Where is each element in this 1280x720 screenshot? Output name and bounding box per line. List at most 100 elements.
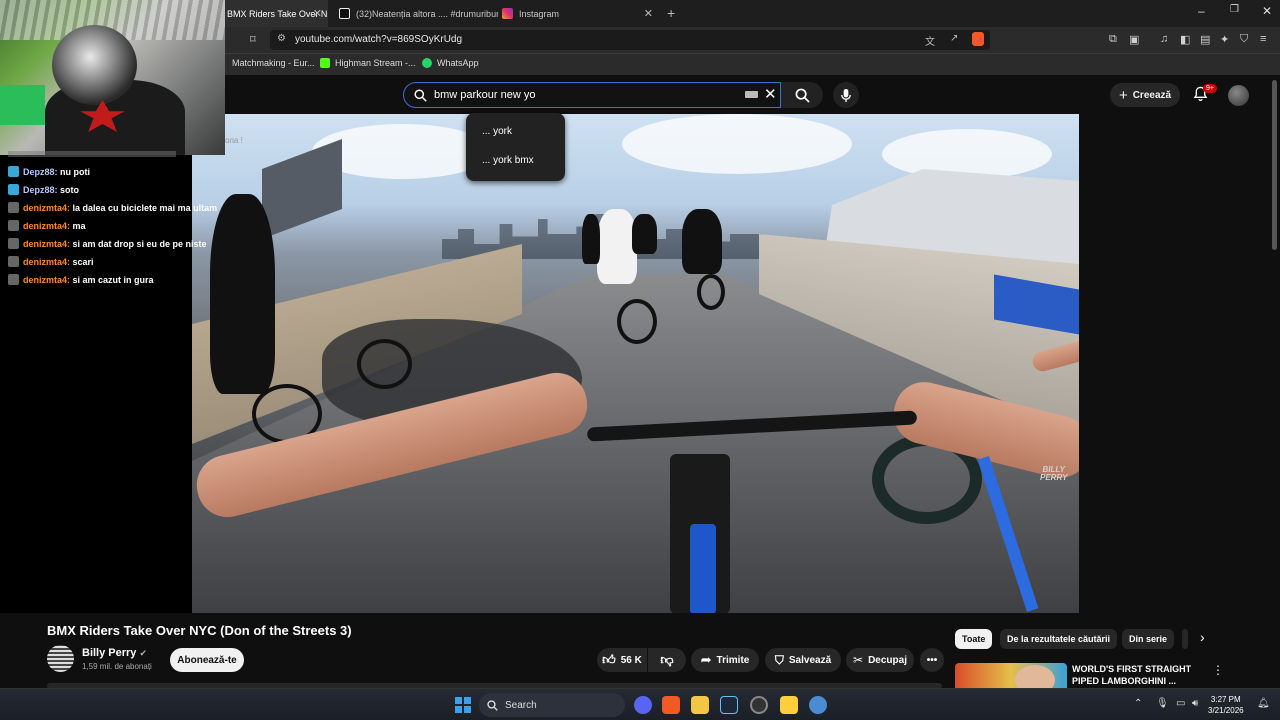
recommendation-thumbnail[interactable] [955,663,1067,691]
rider-far [582,214,600,264]
thumbs-down-icon: 👎︎ [660,652,674,667]
tray-expand-icon[interactable]: ⌃ [1134,698,1142,709]
search-box[interactable]: ✕ [403,82,781,108]
volume-icon[interactable]: 🔊︎ [1192,698,1198,709]
page-scrollbar[interactable] [1272,80,1277,250]
discord-icon[interactable] [634,696,652,714]
video-title: BMX Riders Take Over NYC (Don of the Str… [47,623,352,638]
share-icon[interactable]: ↗ [950,33,958,44]
verified-icon: ✔ [139,648,148,658]
new-tab-icon[interactable]: + [667,5,675,21]
voice-search-button[interactable] [833,82,859,108]
taskbar-search[interactable]: Search [479,693,625,717]
chip-next-partial[interactable] [1182,629,1188,649]
menu-icon[interactable]: ≡ [1260,33,1266,45]
chip-all[interactable]: Toate [955,629,993,649]
chat-user: Depz88 [23,166,55,177]
search-input[interactable] [434,87,734,103]
overlay-caption: ona ! [225,136,243,145]
chat-text: ma [72,220,86,231]
save-button[interactable]: ⛉ Salvează [765,648,841,672]
mic-tray-icon[interactable]: 🎙︎ [1156,698,1169,709]
like-button[interactable]: 👍︎ 56 K [597,648,647,672]
music-icon[interactable]: ♫ [1160,33,1168,45]
windows-start-icon[interactable] [455,697,471,713]
screen: BMX Riders Take Over N ✕ (32)Neatenția a… [0,0,1280,720]
notes-icon[interactable] [780,696,798,714]
wallet-icon[interactable]: ▤ [1200,33,1210,46]
chat-text: nu poti [60,166,91,177]
brave-rewards-icon[interactable]: ▲ [975,33,986,45]
user-badge-icon [8,256,19,267]
scissors-icon: ✂ [853,653,864,667]
user-badge-icon [8,274,19,285]
bookmark-whatsapp[interactable]: WhatsApp [422,58,479,68]
close-window-icon[interactable]: ✕ [1262,4,1272,18]
translate-icon[interactable]: ⽂ [925,33,935,48]
bike-wheel [617,299,657,344]
recommendation-menu-icon[interactable]: ⋮ [1212,663,1224,677]
chat-user: Depz88 [23,184,55,195]
settings-icon[interactable] [809,696,827,714]
notification-center-icon[interactable]: 🔔︎ [1257,698,1270,709]
brave-icon[interactable] [662,696,680,714]
recommendation-title[interactable]: WORLD'S FIRST STRAIGHT PIPED LAMBORGHINI… [1072,663,1202,687]
suggestion-item[interactable]: ... york bmx [482,155,534,166]
screenshot-icon[interactable]: ▣ [1129,33,1139,46]
thumbs-up-icon: 👍︎ [602,652,616,667]
extensions-icon[interactable]: ⧉ [1109,33,1117,46]
url-bar[interactable]: ⚙ youtube.com/watch?v=869SOyKrUdg ⽂ ↗ [270,30,990,50]
bookmark-matchmaking[interactable]: Matchmaking - Eur... [232,58,315,68]
billboard [262,139,342,239]
close-tab-icon[interactable]: ✕ [644,7,653,20]
clip-button[interactable]: ✂ Decupaj [846,648,914,672]
bike-wheel [697,274,725,310]
keyboard-icon[interactable] [745,91,758,98]
create-label: Creează [1132,89,1172,101]
restore-icon[interactable]: ❐ [1230,4,1239,15]
search-button[interactable] [781,82,823,108]
chip-from-search[interactable]: De la rezultatele căutării [1000,629,1118,649]
bookmark-highman[interactable]: Highman Stream -... [320,58,416,68]
share-button[interactable]: ➦ Trimite [691,648,759,672]
user-badge-icon [8,184,19,195]
create-button[interactable]: + Creează [1110,83,1180,107]
bookmark-icon[interactable]: ⌑ [250,33,256,46]
kick-icon [320,58,330,68]
video-watermark: BILLY PERRY [1040,465,1068,482]
tab-youtube[interactable]: BMX Riders Take Over N ✕ [225,0,328,27]
tab-tiktok[interactable]: (32)Neatenția altora .... #drumuribune [333,0,498,27]
sidebar-icon[interactable]: ◧ [1180,33,1190,46]
subscribe-button[interactable]: Abonează-te [170,648,244,672]
file-explorer-icon[interactable] [691,696,709,714]
account-avatar[interactable] [1228,85,1249,106]
user-badge-icon [8,202,19,213]
close-tab-icon[interactable]: ✕ [313,7,322,20]
minimize-icon[interactable]: – [1198,4,1205,18]
vpn-icon[interactable]: ⛉ [1240,33,1248,46]
chat-user: denizmta4 [23,202,68,213]
clear-search-icon[interactable]: ✕ [764,85,777,103]
obs-icon[interactable] [750,696,768,714]
suggestion-item[interactable]: ... york [482,126,512,137]
chat-message: denizmta4: la dalea cu biciclete mai ma … [8,202,217,213]
chip-from-series[interactable]: Din serie [1122,629,1175,649]
browser-tab-bar: BMX Riders Take Over N ✕ (32)Neatenția a… [225,0,1280,27]
video-player[interactable] [192,114,1079,613]
site-info-icon[interactable]: ⚙ [277,33,286,44]
steam-icon[interactable] [720,696,738,714]
more-actions-button[interactable]: ••• [920,648,944,672]
rider-left [210,194,275,394]
chat-message: denizmta4: si am cazut in gura [8,274,154,285]
tab-instagram[interactable]: Instagram ✕ [501,0,661,27]
chat-user: denizmta4 [23,238,68,249]
leo-ai-icon[interactable]: ✦ [1220,33,1229,46]
url-text: youtube.com/watch?v=869SOyKrUdg [295,34,463,45]
taskbar-clock[interactable]: 3:27 PM 3/21/2026 [1208,694,1244,716]
channel-avatar[interactable] [47,645,74,672]
instagram-icon [502,8,513,19]
network-icon[interactable]: ▭ [1176,698,1185,709]
dislike-button[interactable]: 👎︎ [648,648,686,672]
channel-name[interactable]: Billy Perry ✔ [82,647,147,659]
chevron-right-icon[interactable]: › [1200,629,1205,645]
